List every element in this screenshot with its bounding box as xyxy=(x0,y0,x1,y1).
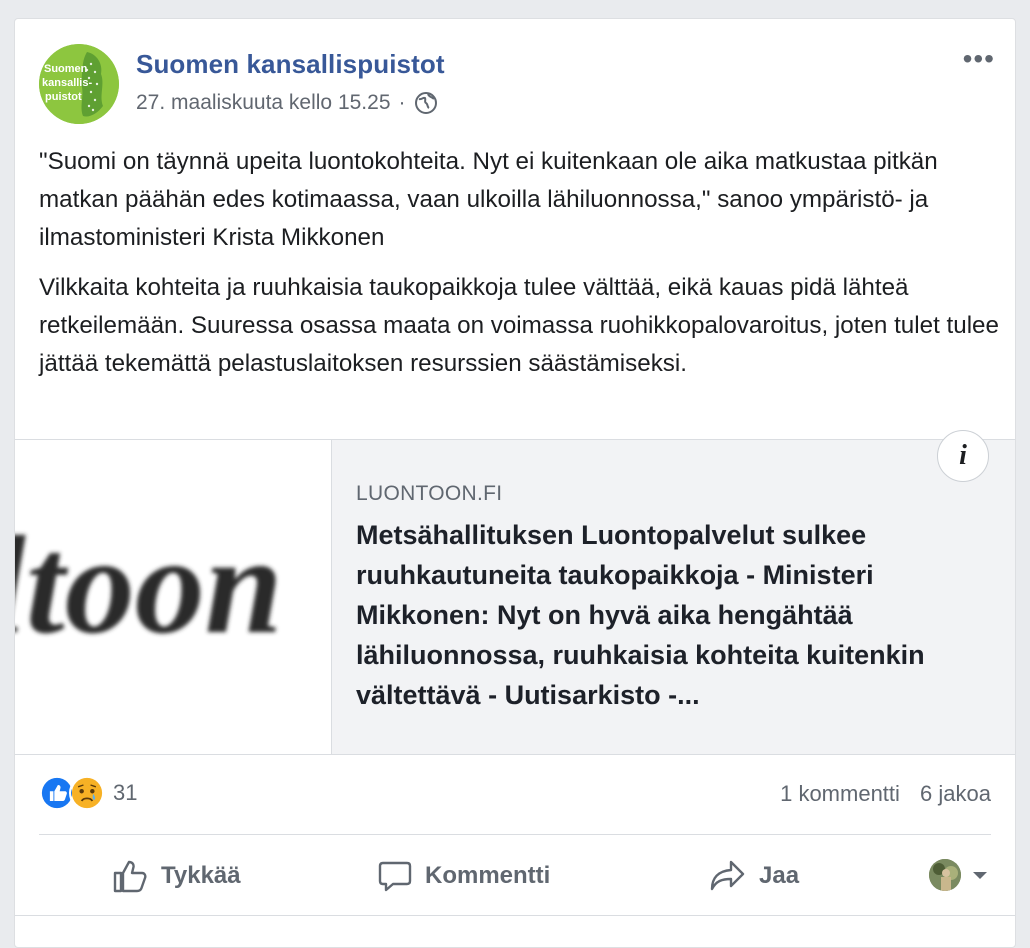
comment-button[interactable]: Kommentti xyxy=(377,841,550,911)
chevron-down-icon xyxy=(973,872,987,879)
divider xyxy=(39,834,991,835)
post-text: "Suomi on täynnä upeita luontokohteita. … xyxy=(39,143,999,395)
divider xyxy=(15,915,1015,916)
sad-reaction-icon xyxy=(69,775,105,811)
link-thumbnail[interactable]: ltoon xyxy=(15,440,332,754)
engagement-counts: 1 kommentti 6 jakoa xyxy=(766,781,991,807)
like-button[interactable]: Tykkää xyxy=(111,841,241,911)
meta-separator: · xyxy=(398,91,406,114)
reaction-count: 31 xyxy=(113,780,138,805)
share-button[interactable]: Jaa xyxy=(709,841,799,911)
thumbs-up-icon xyxy=(113,860,147,893)
comment-icon xyxy=(378,861,412,892)
user-avatar xyxy=(929,859,961,891)
post-paragraph: "Suomi on täynnä upeita luontokohteita. … xyxy=(39,148,938,251)
reactions-summary[interactable]: 31 xyxy=(39,775,137,811)
page-avatar[interactable]: Suomen kansallis- puistot xyxy=(39,44,119,124)
globe-icon[interactable] xyxy=(414,91,438,115)
link-thumbnail-image: ltoon xyxy=(15,508,283,663)
link-title[interactable]: Metsähallituksen Luontopalvelut sulkee r… xyxy=(356,515,976,715)
post-timestamp[interactable]: 27. maaliskuuta kello 15.25 xyxy=(136,91,391,115)
share-count-link[interactable]: 6 jakoa xyxy=(920,781,991,806)
share-label: Jaa xyxy=(759,862,800,889)
svg-text:ltoon: ltoon xyxy=(15,508,283,663)
comment-label: Kommentti xyxy=(425,862,551,889)
audience-selector[interactable] xyxy=(929,859,991,891)
link-preview[interactable]: ltoon LUONTOON.FI Metsähallituksen Luont… xyxy=(15,430,1015,755)
page-logo-icon: Suomen kansallis- puistot xyxy=(39,44,119,124)
post-paragraph: Vilkkaita kohteita ja ruuhkaisia taukopa… xyxy=(39,274,999,377)
comment-count-link[interactable]: 1 kommentti xyxy=(780,781,900,806)
page-name-link[interactable]: Suomen kansallispuistot xyxy=(136,49,445,80)
svg-text:Suomen: Suomen xyxy=(44,63,88,75)
svg-text:puistot: puistot xyxy=(45,91,82,103)
info-icon[interactable]: i xyxy=(937,430,989,482)
like-label: Tykkää xyxy=(161,862,241,889)
share-arrow-icon xyxy=(710,860,745,891)
link-domain: LUONTOON.FI xyxy=(356,482,503,505)
action-bar: Tykkää Kommentti Jaa xyxy=(39,841,991,911)
post-card: Suomen kansallis- puistot Suomen kansall… xyxy=(14,18,1016,948)
post-meta: 27. maaliskuuta kello 15.25 · xyxy=(136,91,438,115)
svg-text:kansallis-: kansallis- xyxy=(42,77,92,89)
more-options-icon[interactable]: ••• xyxy=(963,45,995,73)
